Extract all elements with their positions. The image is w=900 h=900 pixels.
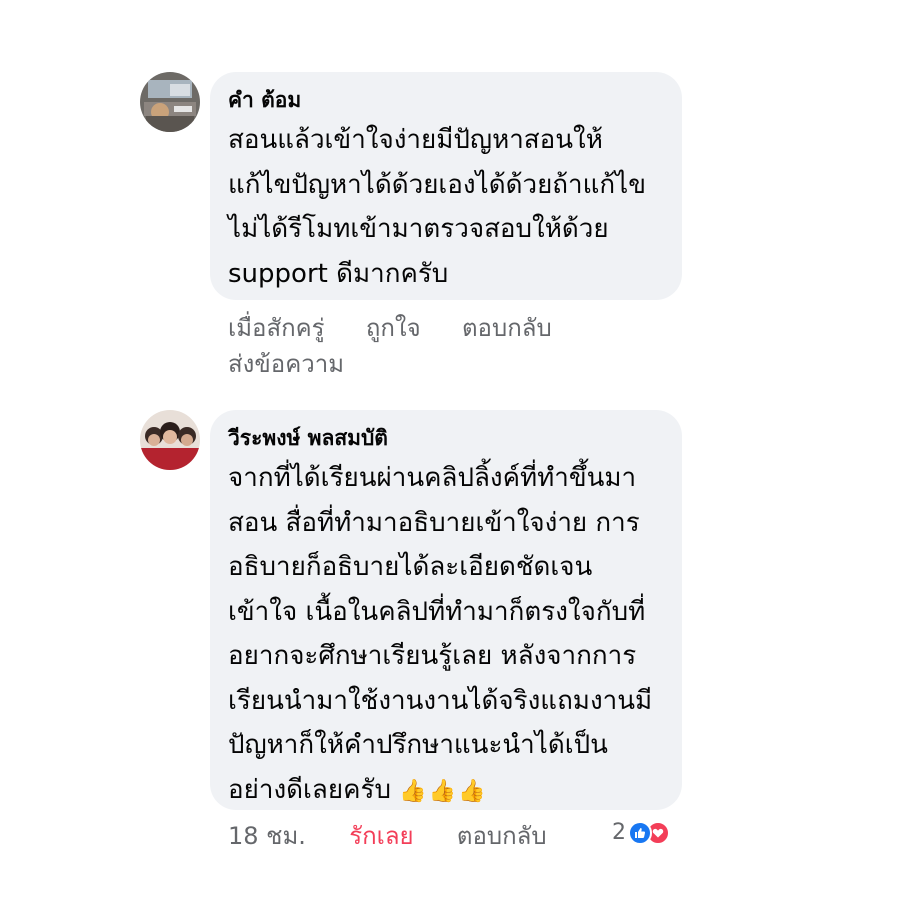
reaction-summary[interactable]: 2 <box>612 820 670 845</box>
comment-actions: เมื่อสักครู่ ถูกใจ ตอบกลับ ส่งข้อความ <box>228 310 552 382</box>
comment-bubble: คำ ต้อม สอนแล้วเข้าใจง่ายมีปัญหาสอนให้ แ… <box>210 72 682 300</box>
comment-bubble: วีระพงษ์ พลสมบัติ จากที่ได้เรียนผ่านคลิป… <box>210 410 682 810</box>
comment-author[interactable]: คำ ต้อม <box>228 86 666 114</box>
comment-author[interactable]: วีระพงษ์ พลสมบัติ <box>228 424 666 452</box>
love-reaction-button[interactable]: รักเลย <box>349 818 413 854</box>
comment-text: สอนแล้วเข้าใจง่ายมีปัญหาสอนให้ แก้ไขปัญห… <box>228 125 646 289</box>
comments-page: คำ ต้อม สอนแล้วเข้าใจง่ายมีปัญหาสอนให้ แ… <box>0 0 900 900</box>
comment-text-body: จากที่ได้เรียนผ่านคลิปลิ้งค์ที่ทำขึ้นมา … <box>228 463 653 805</box>
comment-text: จากที่ได้เรียนผ่านคลิปลิ้งค์ที่ทำขึ้นมา … <box>228 456 666 814</box>
send-message-button[interactable]: ส่งข้อความ <box>228 346 344 382</box>
comment-actions: 18 ชม. รักเลย ตอบกลับ <box>228 818 547 854</box>
thumbs-up-emoji: 👍👍👍 <box>399 778 488 804</box>
thumbs-up-icon <box>628 820 652 845</box>
comment-time[interactable]: 18 ชม. <box>228 818 306 854</box>
like-button[interactable]: ถูกใจ <box>366 310 421 346</box>
reply-button[interactable]: ตอบกลับ <box>457 818 547 854</box>
avatar[interactable] <box>140 72 200 132</box>
reaction-count: 2 <box>612 820 626 845</box>
comment-time[interactable]: เมื่อสักครู่ <box>228 310 325 346</box>
reply-button[interactable]: ตอบกลับ <box>462 310 552 346</box>
avatar[interactable] <box>140 410 200 470</box>
